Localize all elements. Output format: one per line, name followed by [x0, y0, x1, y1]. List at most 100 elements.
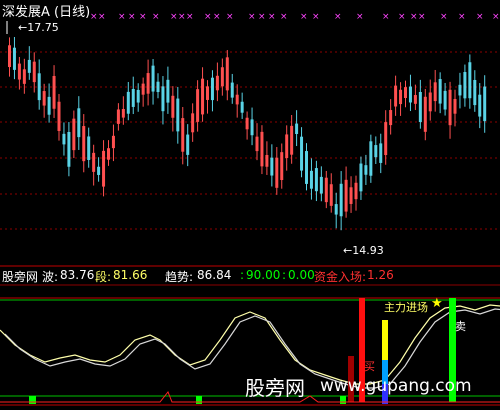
candlestick	[67, 132, 71, 167]
candlestick	[463, 72, 467, 99]
candlestick	[438, 79, 442, 104]
low-price-label: ←14.93	[343, 244, 384, 257]
chart-title: 深发展A (日线)	[2, 5, 91, 20]
capital-value: 1.26	[367, 268, 394, 282]
x-marker: ×	[492, 12, 500, 22]
candlestick	[116, 109, 120, 124]
candlestick	[225, 57, 229, 91]
candlestick	[389, 110, 393, 126]
candlestick	[359, 163, 363, 192]
sell-label: 卖	[455, 320, 466, 333]
candlestick	[369, 141, 373, 176]
x-marker: ×	[382, 12, 390, 22]
volume-bar-green	[196, 396, 202, 404]
candlestick	[483, 86, 487, 122]
candlestick	[52, 75, 56, 109]
candlestick	[220, 67, 224, 87]
candlestick	[12, 47, 16, 70]
candlestick	[171, 95, 175, 118]
candlestick	[166, 79, 170, 103]
candlestick	[379, 143, 383, 163]
candlestick	[334, 204, 338, 215]
candlestick	[290, 125, 294, 155]
candlestick	[131, 88, 135, 107]
candlestick	[275, 157, 279, 188]
candlestick	[408, 86, 412, 103]
x-marker: ×	[410, 12, 418, 22]
candlestick	[354, 182, 358, 200]
candlestick	[77, 108, 81, 138]
candlestick	[111, 135, 115, 149]
candlestick	[473, 79, 477, 106]
candlestick	[270, 157, 274, 176]
candlestick	[324, 177, 328, 203]
candlestick	[255, 136, 259, 152]
x-marker: ×	[170, 12, 178, 22]
candlestick	[349, 187, 353, 204]
candlestick	[121, 109, 125, 118]
candlestick	[250, 119, 254, 136]
x-marker: ×	[312, 12, 320, 22]
candlestick	[399, 89, 403, 105]
watermark-url: www.gupang.com	[320, 376, 472, 396]
x-marker: ×	[300, 12, 308, 22]
value2-sep: :	[282, 268, 287, 282]
buy-label: 买	[364, 360, 375, 373]
candlestick	[181, 118, 185, 152]
x-marker: ×	[118, 12, 126, 22]
site-name: 股旁网	[2, 270, 39, 284]
candlestick	[384, 122, 388, 156]
candlestick	[186, 134, 190, 155]
candlestick	[8, 45, 11, 68]
volume-bar-green	[29, 396, 36, 404]
candlestick	[468, 62, 472, 99]
x-marker: ×	[398, 12, 406, 22]
candlestick	[458, 84, 462, 96]
candlestick	[374, 145, 378, 158]
x-marker: ×	[356, 12, 364, 22]
candlestick	[22, 69, 26, 84]
candlestick	[418, 92, 422, 123]
candlestick	[92, 152, 96, 172]
x-marker: ×	[152, 12, 160, 22]
candlestick	[280, 152, 284, 181]
candlestick	[295, 123, 299, 134]
star-icon: ★	[431, 296, 443, 311]
candlestick	[235, 94, 239, 105]
candlestick	[156, 81, 160, 93]
candlestick	[265, 155, 269, 167]
candlestick	[413, 95, 417, 104]
candlestick	[423, 96, 427, 132]
x-marker: ×	[186, 12, 194, 22]
x-marker: ×	[268, 12, 276, 22]
candlestick	[141, 83, 145, 95]
candlestick	[47, 96, 51, 115]
x-marker: ×	[258, 12, 266, 22]
trend-label: 趋势:	[165, 270, 194, 284]
candlestick	[394, 85, 398, 107]
value2: 0.00	[288, 268, 315, 282]
candlestick	[191, 113, 195, 133]
candlestick	[126, 91, 130, 114]
candlestick	[57, 101, 61, 131]
indicator-readout: 股旁网 波: 83.76 段: 81.66 趋势: 86.84 : 90.00 …	[0, 268, 500, 286]
candlestick	[300, 136, 304, 171]
candlestick	[72, 118, 76, 151]
candlestick	[478, 94, 482, 117]
candlestick	[428, 92, 432, 112]
candlestick	[196, 89, 200, 122]
candlestick	[151, 65, 155, 92]
candlestick	[443, 90, 447, 110]
candlestick	[102, 150, 106, 187]
candlestick	[97, 166, 101, 175]
volume-bar-green	[340, 396, 346, 404]
x-marker: ×	[334, 12, 342, 22]
candlestick	[206, 86, 209, 100]
candlestick	[176, 98, 180, 132]
arrow-left-icon: ←	[343, 244, 353, 257]
candlestick	[37, 73, 41, 101]
value1: 90.00	[246, 268, 281, 282]
candlestick	[161, 86, 165, 112]
x-marker: ×	[476, 12, 484, 22]
candlestick	[87, 136, 91, 160]
